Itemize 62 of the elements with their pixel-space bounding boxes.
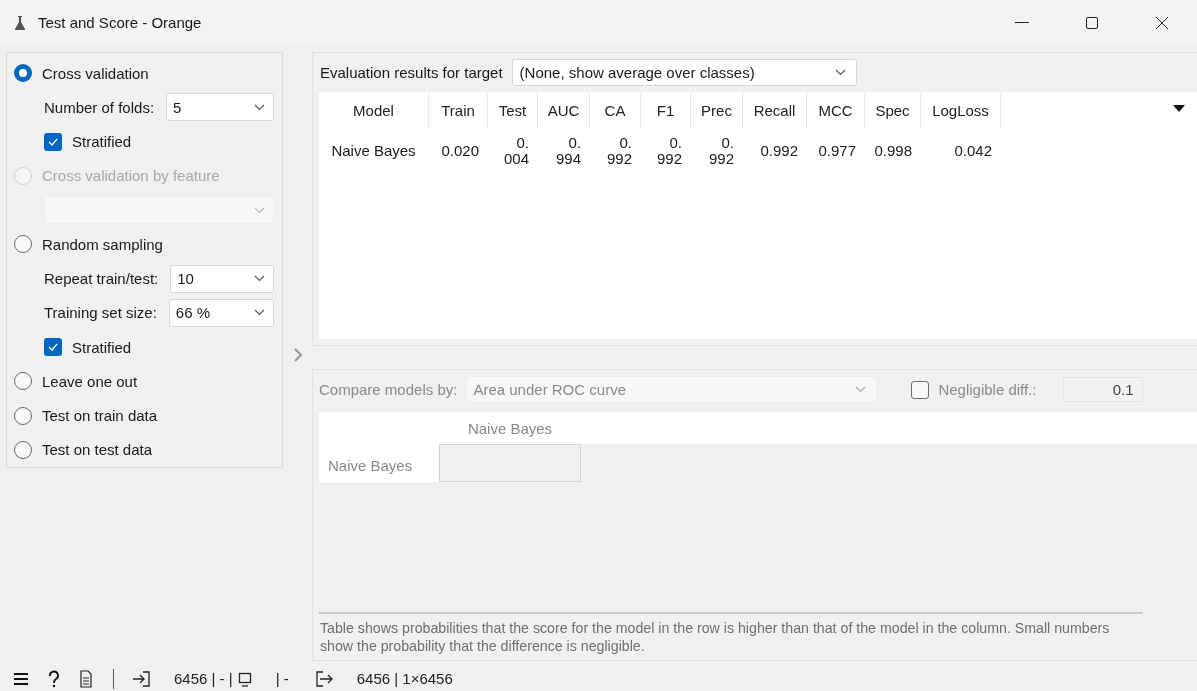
chevron-down-icon	[254, 206, 265, 214]
radio-button[interactable]: Cross validation	[14, 64, 149, 83]
checkmark-icon	[48, 137, 58, 146]
table-cell-text: 0.977	[817, 141, 857, 161]
note-text: Table shows probabilities that the score for the model in the row is higher than that of the model in the column. Small numbers show the probability that the difference is negligible.	[319, 612, 1143, 660]
column-header[interactable]: MCC	[807, 92, 865, 128]
radio-button[interactable]: Test on train data	[14, 406, 158, 425]
radio-button[interactable]: Test on test data	[14, 440, 153, 459]
chevron-down-icon	[254, 309, 265, 317]
maximize-icon	[1085, 15, 1099, 30]
field-label: Number of folds:	[44, 98, 155, 116]
column-header[interactable]: Spec	[865, 92, 921, 128]
column-header[interactable]: F1	[641, 92, 691, 128]
checkbox[interactable]: Stratified	[44, 338, 132, 357]
column-header[interactable]: CA	[590, 92, 641, 128]
checkbox[interactable]: Stratified	[44, 132, 132, 151]
field-label: Compare models by:	[319, 381, 458, 398]
chevron-down-icon	[254, 275, 265, 283]
table-cell-text: 0.994	[554, 133, 582, 169]
field-label: Evaluation results for target	[320, 63, 503, 81]
row-header: Naive Bayes	[319, 444, 439, 482]
close-icon	[1155, 15, 1169, 30]
triangle-down-icon[interactable]	[1173, 105, 1185, 112]
output-icon[interactable]	[314, 669, 333, 688]
input-icon[interactable]	[132, 669, 150, 688]
table-cell-text: 0.992	[759, 141, 799, 161]
chevron-down-icon	[834, 68, 846, 76]
dropdown[interactable]: 66 %	[168, 298, 274, 327]
column-header[interactable]: LogLoss	[921, 92, 1001, 128]
chevron-down-icon	[855, 386, 867, 393]
table-cell-text: 0.992	[655, 133, 683, 169]
input-summary: | -	[275, 670, 289, 687]
table-cell-text: 0.992	[605, 133, 633, 169]
input-summary: 6456 | - |	[174, 670, 233, 687]
minimize-icon	[1015, 22, 1029, 23]
window-title: Test and Score - Orange	[38, 14, 203, 31]
dropdown[interactable]: 5	[166, 93, 274, 122]
column-header[interactable]: Test	[488, 92, 538, 128]
column-header: Naive Bayes	[439, 412, 581, 444]
field-label: Repeat train/test:	[44, 270, 159, 288]
table-cell-text: 0.004	[502, 133, 530, 169]
column-header[interactable]: AUC	[538, 92, 590, 128]
table-cell-text: 0.998	[873, 141, 913, 161]
output-summary: 6456 | 1×6456	[356, 670, 453, 687]
checkmark-icon	[48, 343, 58, 352]
column-header[interactable]: Prec	[691, 92, 743, 128]
document-icon[interactable]	[79, 669, 93, 688]
table-cell-text: 0.992	[707, 133, 735, 169]
field-label: Training set size:	[44, 304, 157, 322]
column-header[interactable]: Recall	[743, 92, 807, 128]
dropdown[interactable]: (None, show average over classes)	[511, 58, 857, 86]
table-cell-text: 0.042	[953, 141, 993, 161]
help-icon[interactable]	[47, 669, 61, 688]
radio-button[interactable]: Leave one out	[14, 372, 138, 391]
radio-button[interactable]: Random sampling	[14, 235, 163, 254]
flask-icon	[14, 14, 26, 31]
chevron-down-icon	[254, 103, 265, 111]
column-header[interactable]: Model	[319, 92, 429, 128]
table-cell-text: Naive Bayes	[330, 141, 417, 161]
dropdown[interactable]: 10	[170, 264, 274, 293]
column-header[interactable]: Train	[429, 92, 488, 128]
table-cell-text: 0.020	[440, 141, 480, 161]
